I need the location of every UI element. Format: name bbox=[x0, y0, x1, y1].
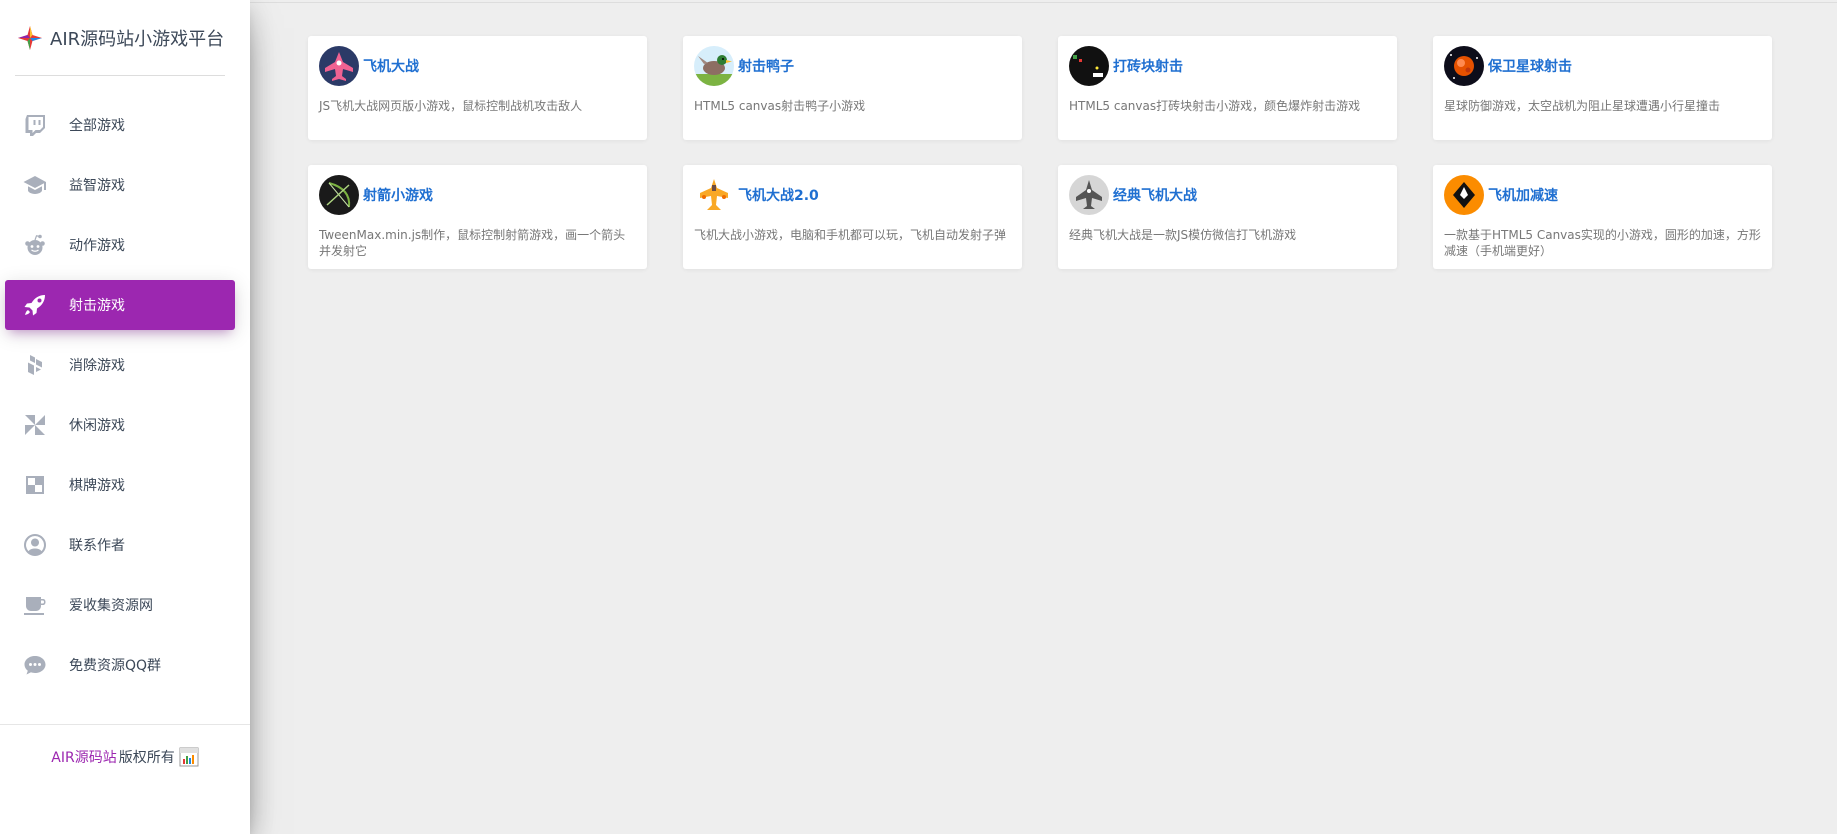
game-card[interactable]: 保卫星球射击 星球防御游戏，太空战机为阻止星球遭遇小行星撞击 bbox=[1433, 36, 1772, 140]
sidebar-item-label: 射击游戏 bbox=[69, 298, 125, 314]
checkerboard-icon bbox=[23, 473, 47, 497]
coffee-icon bbox=[23, 593, 47, 617]
user-circle-icon bbox=[23, 533, 47, 557]
site-logo[interactable]: AIR源码站小游戏平台 bbox=[15, 0, 225, 76]
sidebar-item-qq-group[interactable]: 免费资源QQ群 bbox=[5, 640, 235, 690]
game-title[interactable]: 保卫星球射击 bbox=[1488, 56, 1572, 76]
sidebar-item-label: 爱收集资源网 bbox=[69, 598, 153, 614]
hubspot-icon bbox=[23, 353, 47, 377]
game-title[interactable]: 打砖块射击 bbox=[1113, 56, 1183, 76]
rocket-icon bbox=[23, 293, 47, 317]
game-card[interactable]: 飞机大战2.0 飞机大战小游戏，电脑和手机都可以玩，飞机自动发射子弹 bbox=[683, 165, 1022, 269]
planet-thumb-icon bbox=[1444, 46, 1484, 86]
game-title[interactable]: 飞机大战2.0 bbox=[738, 185, 819, 205]
sidebar-item-all-games[interactable]: 全部游戏 bbox=[5, 100, 235, 150]
classic-plane-thumb-icon bbox=[1069, 175, 1109, 215]
game-title[interactable]: 射击鸭子 bbox=[738, 56, 794, 76]
game-description: 经典飞机大战是一款JS模仿微信打飞机游戏 bbox=[1069, 228, 1297, 242]
game-card[interactable]: 打砖块射击 HTML5 canvas打砖块射击小游戏，颜色爆炸射击游戏 bbox=[1058, 36, 1397, 140]
chat-bubble-icon bbox=[23, 653, 47, 677]
sidebar-item-puzzle-games[interactable]: 益智游戏 bbox=[5, 160, 235, 210]
duck-thumb-icon bbox=[694, 46, 734, 86]
game-card[interactable]: 飞机加减速 一款基于HTML5 Canvas实现的小游戏，圆形的加速，方形减速（… bbox=[1433, 165, 1772, 269]
footer-copyright: 版权所有 bbox=[118, 750, 175, 766]
sidebar-item-label: 全部游戏 bbox=[69, 118, 125, 134]
cnzz-stats-icon[interactable] bbox=[179, 747, 199, 767]
game-card[interactable]: 射箭小游戏 TweenMax.min.js制作，鼠标控制射箭游戏，画一个箭头并发… bbox=[308, 165, 647, 269]
sidebar-nav: 全部游戏 益智游戏 动作游戏 射击游戏 消除游戏 休闲游戏 棋牌游戏 联系作者 … bbox=[0, 100, 250, 700]
twitch-icon bbox=[23, 113, 47, 137]
speed-plane-thumb-icon bbox=[1444, 175, 1484, 215]
brick-thumb-icon bbox=[1069, 46, 1109, 86]
game-card[interactable]: 射击鸭子 HTML5 canvas射击鸭子小游戏 bbox=[683, 36, 1022, 140]
graduation-cap-icon bbox=[23, 173, 47, 197]
game-card[interactable]: 经典飞机大战 经典飞机大战是一款JS模仿微信打飞机游戏 bbox=[1058, 165, 1397, 269]
sidebar-item-board-games[interactable]: 棋牌游戏 bbox=[5, 460, 235, 510]
game-description: JS飞机大战网页版小游戏，鼠标控制战机攻击敌人 bbox=[319, 99, 583, 113]
sidebar-item-label: 免费资源QQ群 bbox=[69, 658, 162, 674]
game-title[interactable]: 经典飞机大战 bbox=[1113, 185, 1197, 205]
sidebar-item-label: 益智游戏 bbox=[69, 178, 125, 194]
game-description: 星球防御游戏，太空战机为阻止星球遭遇小行星撞击 bbox=[1444, 99, 1721, 113]
bow-thumb-icon bbox=[319, 175, 359, 215]
game-title[interactable]: 射箭小游戏 bbox=[363, 185, 433, 205]
site-title: AIR源码站小游戏平台 bbox=[50, 28, 225, 50]
game-description: HTML5 canvas射击鸭子小游戏 bbox=[694, 99, 866, 113]
game-description: HTML5 canvas打砖块射击小游戏，颜色爆炸射击游戏 bbox=[1069, 99, 1361, 113]
pinwheel-icon bbox=[23, 413, 47, 437]
footer-site-link[interactable]: AIR源码站 bbox=[51, 747, 116, 834]
sidebar-item-resource-site[interactable]: 爱收集资源网 bbox=[5, 580, 235, 630]
main-content: 飞机大战 JS飞机大战网页版小游戏，鼠标控制战机攻击敌人 射击鸭子 HTML5 … bbox=[308, 36, 1773, 269]
sidebar-item-label: 动作游戏 bbox=[69, 238, 125, 254]
game-title[interactable]: 飞机大战 bbox=[363, 56, 419, 76]
sidebar-item-shooting-games[interactable]: 射击游戏 bbox=[5, 280, 235, 330]
reddit-icon bbox=[23, 233, 47, 257]
plane2-thumb-icon bbox=[694, 175, 734, 215]
game-card[interactable]: 飞机大战 JS飞机大战网页版小游戏，鼠标控制战机攻击敌人 bbox=[308, 36, 647, 140]
sidebar: AIR源码站小游戏平台 全部游戏 益智游戏 动作游戏 射击游戏 消除游戏 休闲游… bbox=[0, 0, 250, 834]
star-logo-icon bbox=[15, 23, 45, 53]
sidebar-item-contact-author[interactable]: 联系作者 bbox=[5, 520, 235, 570]
sidebar-item-label: 联系作者 bbox=[69, 538, 125, 554]
sidebar-item-label: 消除游戏 bbox=[69, 358, 125, 374]
sidebar-item-casual-games[interactable]: 休闲游戏 bbox=[5, 400, 235, 450]
sidebar-footer: AIR源码站 版权所有 bbox=[0, 724, 250, 834]
game-grid: 飞机大战 JS飞机大战网页版小游戏，鼠标控制战机攻击敌人 射击鸭子 HTML5 … bbox=[308, 36, 1773, 269]
sidebar-item-label: 棋牌游戏 bbox=[69, 478, 125, 494]
sidebar-item-elimination-games[interactable]: 消除游戏 bbox=[5, 340, 235, 390]
plane-thumb-icon bbox=[319, 46, 359, 86]
game-description: 飞机大战小游戏，电脑和手机都可以玩，飞机自动发射子弹 bbox=[694, 228, 1007, 242]
game-description: TweenMax.min.js制作，鼠标控制射箭游戏，画一个箭头并发射它 bbox=[319, 228, 626, 258]
sidebar-item-label: 休闲游戏 bbox=[69, 418, 125, 434]
top-divider bbox=[250, 2, 1837, 3]
sidebar-item-action-games[interactable]: 动作游戏 bbox=[5, 220, 235, 270]
game-description: 一款基于HTML5 Canvas实现的小游戏，圆形的加速，方形减速（手机端更好） bbox=[1444, 228, 1761, 258]
game-title[interactable]: 飞机加减速 bbox=[1488, 185, 1558, 205]
